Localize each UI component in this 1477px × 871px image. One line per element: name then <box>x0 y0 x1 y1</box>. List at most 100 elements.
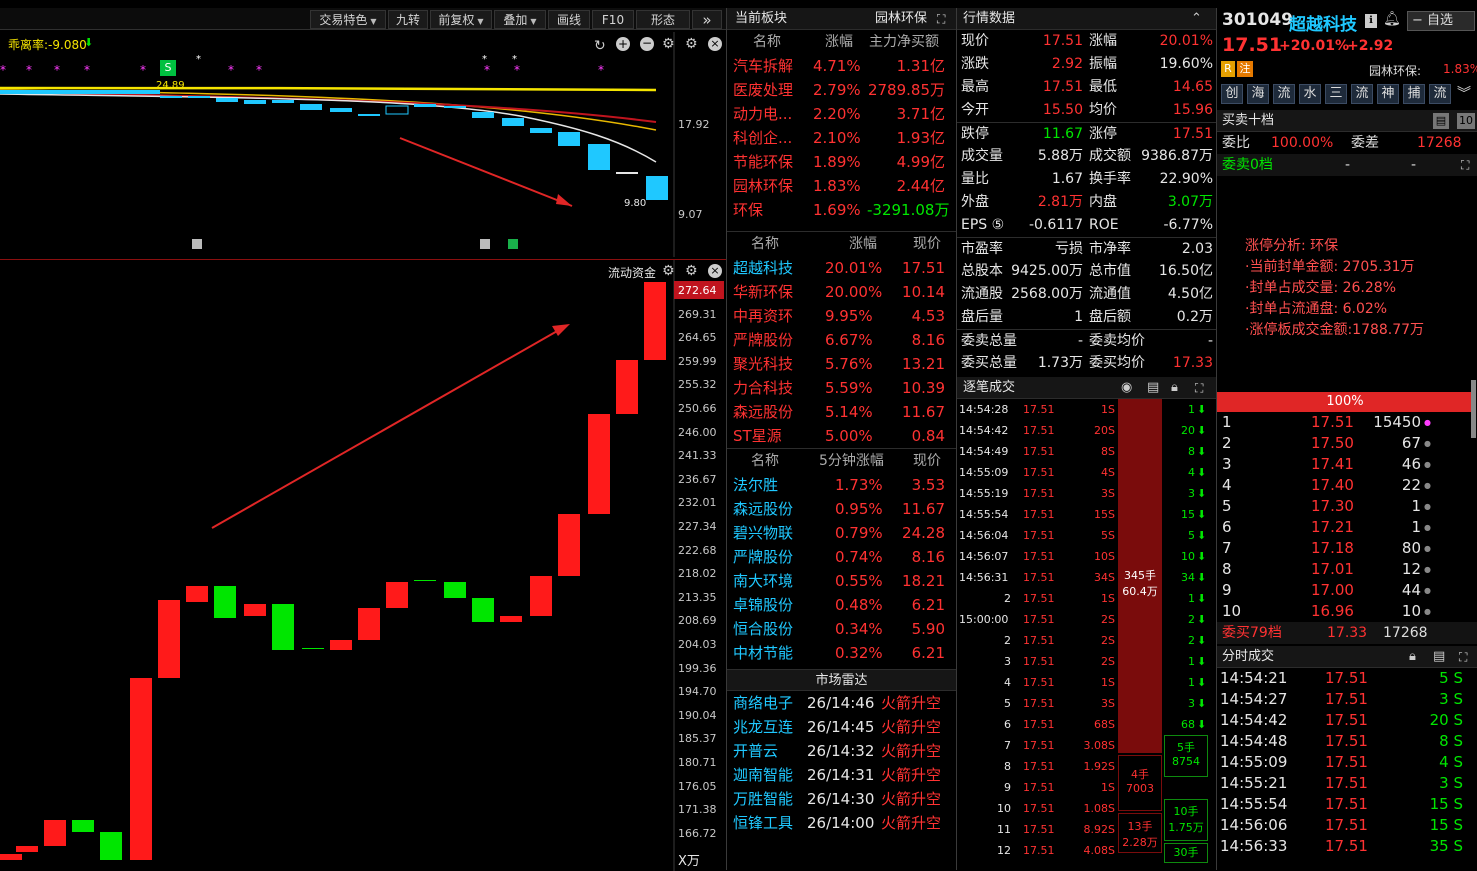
gainer-row[interactable]: 力合科技 5.59% 10.39 <box>727 376 956 400</box>
toolbar-nine-turn[interactable]: 九转 <box>388 10 428 29</box>
stock-name[interactable]: 卓锦股份 <box>733 593 793 617</box>
bid-level[interactable]: 9 17.00 44 ● <box>1217 580 1477 601</box>
refresh-icon[interactable]: ↻ <box>594 38 606 54</box>
watchlist-button[interactable]: − 自选 <box>1407 11 1475 31</box>
sector-row[interactable]: 医废处理 2.79% 2789.85万 <box>727 78 956 102</box>
stock-name[interactable]: ST星源 <box>733 424 782 448</box>
filter-icon[interactable]: ◉ <box>1121 377 1132 399</box>
expand-icon[interactable]: ⛶ <box>937 8 945 30</box>
sector-row[interactable]: 动力电... 2.20% 3.71亿 <box>727 102 956 126</box>
stock-name[interactable]: 严牌股份 <box>733 328 793 352</box>
quick-button[interactable]: 海 <box>1247 84 1269 104</box>
sector-name[interactable]: 园林环保 <box>733 174 793 198</box>
list-icon[interactable]: ▤ <box>1433 646 1445 668</box>
quick-button[interactable]: 创 <box>1221 84 1243 104</box>
sector-row[interactable]: 汽车拆解 4.71% 1.31亿 <box>727 54 956 78</box>
radar-row[interactable]: 迦南智能 26/14:31 火箭升空 <box>727 763 956 787</box>
sector-name[interactable]: 动力电... <box>733 102 792 126</box>
sector-current[interactable]: 园林环保 <box>875 8 927 30</box>
gear-icon[interactable]: ⚙ <box>662 263 675 279</box>
info-icon[interactable]: ℹ <box>1365 14 1377 28</box>
bid-level[interactable]: 6 17.21 1 ● <box>1217 517 1477 538</box>
gainer-row[interactable]: 森远股份 5.14% 11.67 <box>727 400 956 424</box>
bid-level[interactable]: 8 17.01 12 ● <box>1217 559 1477 580</box>
gear-icon-2[interactable]: ⚙ <box>685 36 698 52</box>
sell-marker[interactable]: S <box>160 60 176 76</box>
toolbar-trade-features[interactable]: 交易特色 ▼ <box>310 10 386 29</box>
gainer-row[interactable]: 华新环保 20.00% 10.14 <box>727 280 956 304</box>
stock-name[interactable]: 商络电子 <box>733 691 793 715</box>
radar-row[interactable]: 兆龙互连 26/14:45 火箭升空 <box>727 715 956 739</box>
stock-name[interactable]: 森远股份 <box>733 497 793 521</box>
close-icon[interactable]: × <box>708 37 722 51</box>
close-icon[interactable]: × <box>708 264 722 278</box>
ten-level-icon[interactable]: 10 <box>1457 113 1475 129</box>
bid-level[interactable]: 7 17.18 80 ● <box>1217 538 1477 559</box>
gainer-row[interactable]: 严牌股份 6.67% 8.16 <box>727 328 956 352</box>
zoom-in-icon[interactable]: + <box>616 37 630 51</box>
sector-name[interactable]: 环保 <box>733 198 763 222</box>
zoom-out-icon[interactable]: − <box>640 37 654 51</box>
toolbar-overlay[interactable]: 叠加 ▼ <box>494 10 546 29</box>
event-icon[interactable] <box>480 239 490 249</box>
expand-icon[interactable]: ⛶ <box>1195 377 1203 399</box>
stock-name[interactable]: 万胜智能 <box>733 787 793 811</box>
quick-button[interactable]: 神 <box>1377 84 1399 104</box>
quick-button[interactable]: 三 <box>1325 84 1347 104</box>
tag-r[interactable]: R <box>1221 61 1235 77</box>
bid-level[interactable]: 5 17.30 1 ● <box>1217 496 1477 517</box>
kline-panel[interactable]: * * * * * * * * * * * * * 乖离率:-9.080 ⬇ S 24.89 ↻ + −… <box>0 32 726 257</box>
stock-name[interactable]: 法尔胜 <box>733 473 778 497</box>
list-icon[interactable]: ▤ <box>1147 377 1159 399</box>
speed-row[interactable]: 森远股份 0.95% 11.67 <box>727 497 956 521</box>
toolbar-adjust[interactable]: 前复权 ▼ <box>430 10 492 29</box>
gear-icon-2[interactable]: ⚙ <box>685 263 698 279</box>
expand-icon[interactable]: ⛶ <box>1461 154 1469 176</box>
sector-row[interactable]: 园林环保 1.83% 2.44亿 <box>727 174 956 198</box>
quick-button[interactable]: 水 <box>1299 84 1321 104</box>
speed-row[interactable]: 南大环境 0.55% 18.21 <box>727 569 956 593</box>
event-icon[interactable] <box>508 239 518 249</box>
stock-name[interactable]: 南大环境 <box>733 569 793 593</box>
bid-level[interactable]: 4 17.40 22 ● <box>1217 475 1477 496</box>
stock-name[interactable]: 超越科技 <box>733 256 793 280</box>
lock-icon[interactable]: 🔒︎ <box>1171 377 1178 399</box>
sector-row[interactable]: 环保 1.69% -3291.08万 <box>727 198 956 222</box>
stock-name[interactable]: 开普云 <box>733 739 778 763</box>
stock-name[interactable]: 中再资环 <box>733 304 793 328</box>
toolbar-pattern[interactable]: 形态 <box>636 10 690 29</box>
gainer-row[interactable]: 聚光科技 5.76% 13.21 <box>727 352 956 376</box>
radar-row[interactable]: 开普云 26/14:32 火箭升空 <box>727 739 956 763</box>
speed-row[interactable]: 严牌股份 0.74% 8.16 <box>727 545 956 569</box>
stock-name[interactable]: 碧兴物联 <box>733 521 793 545</box>
quick-button[interactable]: 捕 <box>1403 84 1425 104</box>
speed-row[interactable]: 碧兴物联 0.79% 24.28 <box>727 521 956 545</box>
gainer-row[interactable]: 中再资环 9.95% 4.53 <box>727 304 956 328</box>
stock-name[interactable]: 中材节能 <box>733 641 793 665</box>
speed-row[interactable]: 中材节能 0.32% 6.21 <box>727 641 956 665</box>
stock-name[interactable]: 森远股份 <box>733 400 793 424</box>
stock-name[interactable]: 恒合股份 <box>733 617 793 641</box>
event-icon[interactable] <box>192 239 202 249</box>
toolbar-more-icon[interactable]: » <box>692 10 722 29</box>
gainer-row[interactable]: ST星源 5.00% 0.84 <box>727 424 956 448</box>
sector-row[interactable]: 节能环保 1.89% 4.99亿 <box>727 150 956 174</box>
radar-row[interactable]: 万胜智能 26/14:30 火箭升空 <box>727 787 956 811</box>
quick-button[interactable]: 流 <box>1351 84 1373 104</box>
stock-name[interactable]: 迦南智能 <box>733 763 793 787</box>
list-icon[interactable]: ▤ <box>1433 113 1449 129</box>
quick-button[interactable]: 流 <box>1273 84 1295 104</box>
stock-name[interactable]: 华新环保 <box>733 280 793 304</box>
bid-level[interactable]: 3 17.41 46 ● <box>1217 454 1477 475</box>
toolbar-f10[interactable]: F10 <box>592 10 634 29</box>
stock-name[interactable]: 聚光科技 <box>733 352 793 376</box>
chevrons-down-icon[interactable]: ︾ <box>1457 83 1471 103</box>
bid-level[interactable]: 10 16.96 10 ● <box>1217 601 1477 622</box>
radar-row[interactable]: 商络电子 26/14:46 火箭升空 <box>727 691 956 715</box>
stock-name[interactable]: 恒锋工具 <box>733 811 793 835</box>
bid-level[interactable]: 2 17.50 67 ● <box>1217 433 1477 454</box>
speed-row[interactable]: 恒合股份 0.34% 5.90 <box>727 617 956 641</box>
stock-name[interactable]: 超越科技 <box>1289 10 1357 35</box>
sector-name[interactable]: 医废处理 <box>733 78 793 102</box>
sector-name[interactable]: 科创企... <box>733 126 792 150</box>
